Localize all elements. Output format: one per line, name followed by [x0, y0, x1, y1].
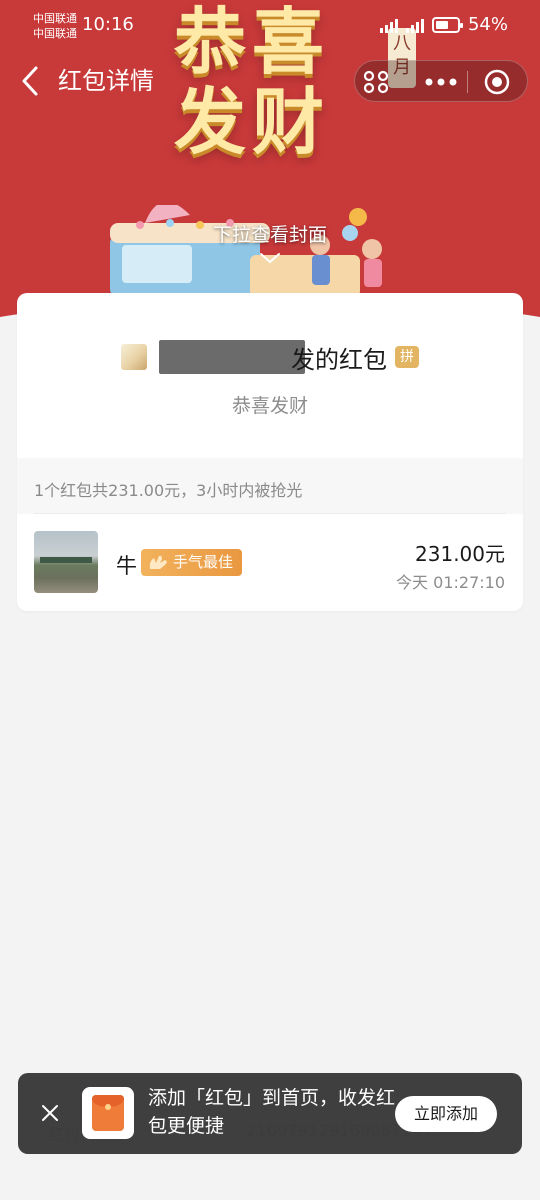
status-bar: 中国联通 中国联通 10:16 54%	[0, 0, 540, 50]
envelope-icon	[92, 1095, 124, 1131]
battery-percent: 54%	[467, 14, 508, 35]
receiver-amount: 231.00元	[415, 542, 505, 566]
signal-icon-2	[405, 17, 424, 33]
divider	[34, 513, 506, 514]
battery-icon	[431, 16, 463, 33]
carrier-1: 中国联通	[33, 12, 77, 25]
chevron-down-icon	[260, 253, 280, 264]
page-title: 红包详情	[58, 67, 154, 95]
miniprogram-capsule	[354, 60, 528, 102]
blessing-text: 恭喜发财	[231, 395, 308, 417]
packet-summary: 1个红包共231.00元，3小时内被抢光	[34, 481, 303, 500]
avatar[interactable]	[34, 531, 98, 593]
red-packet-card: 发的红包 拼 恭喜发财 1个红包共231.00元，3小时内被抢光 牛 手气最佳 …	[17, 293, 523, 611]
lucky-draw-badge: 拼	[395, 346, 419, 368]
sender-avatar[interactable]	[121, 344, 147, 370]
more-options-icon[interactable]	[423, 70, 459, 94]
red-packet-app-icon	[82, 1087, 134, 1139]
receiver-time: 今天 01:27:10	[396, 573, 505, 592]
carrier-labels: 中国联通 中国联通	[33, 11, 77, 41]
scan-icon[interactable]	[363, 70, 389, 94]
close-miniprogram-icon[interactable]	[483, 68, 511, 96]
cover-title-line2: 发财	[174, 79, 331, 164]
receiver-name: 牛	[116, 554, 137, 578]
sender-suffix: 发的红包	[291, 345, 387, 374]
best-luck-badge: 手气最佳	[141, 549, 242, 576]
signal-icon	[379, 17, 398, 33]
capsule-divider	[467, 71, 468, 93]
pull-to-view-cover-hint: 下拉查看封面	[212, 224, 327, 246]
close-icon[interactable]	[40, 1103, 60, 1123]
toast-message: 添加「红包」到首页，收发红包更便捷	[148, 1087, 396, 1137]
status-indicators: 54%	[379, 14, 508, 35]
hand-icon	[149, 555, 167, 569]
status-time: 10:16	[82, 14, 134, 35]
add-now-button[interactable]: 立即添加	[395, 1096, 497, 1132]
back-arrow-icon[interactable]	[18, 64, 42, 98]
carrier-2: 中国联通	[33, 27, 77, 40]
sender-name-redacted	[159, 340, 305, 374]
add-to-home-toast: 添加「红包」到首页，收发红包更便捷 立即添加	[18, 1073, 522, 1154]
best-luck-label: 手气最佳	[173, 553, 234, 571]
sender-row: 发的红包 拼	[17, 339, 523, 375]
